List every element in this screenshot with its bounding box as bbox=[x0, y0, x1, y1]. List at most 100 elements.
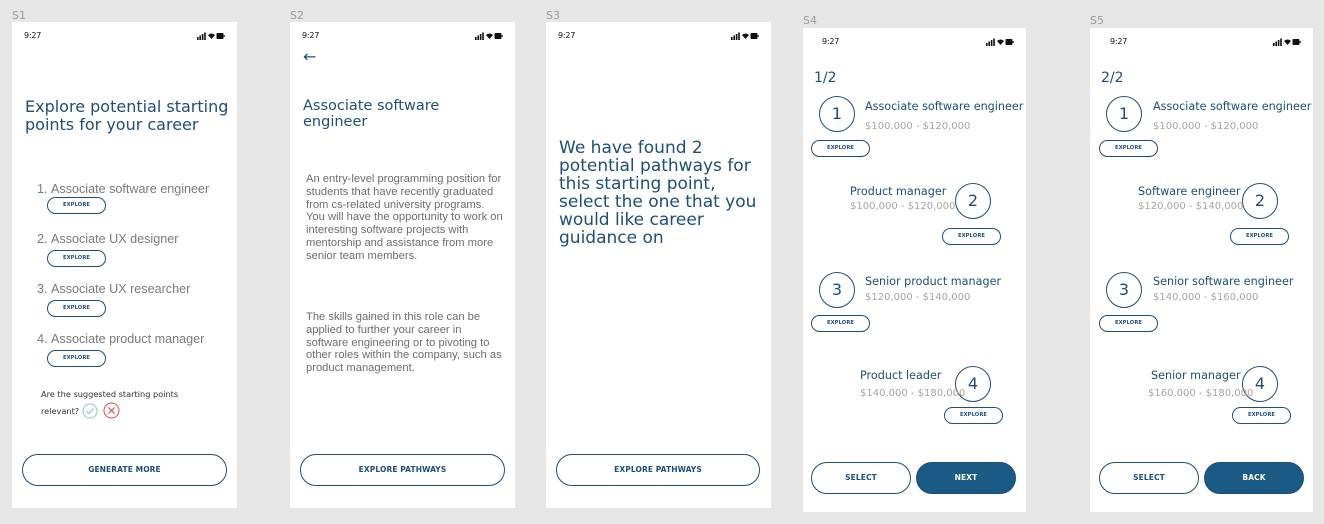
step-title: Associate software engineer bbox=[865, 100, 1024, 113]
battery-icon bbox=[1292, 39, 1301, 45]
relevance-question-end: relevant? bbox=[41, 406, 80, 416]
status-time: 9:27 bbox=[1110, 37, 1128, 46]
list-item-number: 3. bbox=[37, 282, 48, 296]
status-bar: 9:27 bbox=[546, 31, 771, 43]
step-title: Software engineer bbox=[1138, 185, 1241, 198]
signal-icon bbox=[986, 38, 995, 46]
explore-button[interactable]: EXPLORE bbox=[1099, 315, 1158, 332]
screen-label-s5: S5 bbox=[1090, 14, 1104, 27]
step-number: 3 bbox=[1106, 272, 1142, 308]
step-number: 2 bbox=[1242, 183, 1278, 219]
status-time: 9:27 bbox=[302, 31, 320, 40]
step-title: Senior product manager bbox=[865, 275, 1002, 288]
status-time: 9:27 bbox=[558, 31, 576, 40]
step-salary: $120,000 - $140,000 bbox=[1138, 201, 1244, 212]
explore-button[interactable]: EXPLORE bbox=[47, 250, 106, 267]
explore-pathways-button[interactable]: EXPLORE PATHWAYS bbox=[300, 454, 505, 486]
description-paragraph: The skills gained in this role can be ap… bbox=[306, 311, 502, 375]
screen-label-s2: S2 bbox=[290, 9, 304, 22]
back-button[interactable]: BACK bbox=[1204, 462, 1304, 494]
battery-icon bbox=[494, 33, 503, 39]
explore-button[interactable]: EXPLORE bbox=[1099, 140, 1158, 157]
wifi-icon bbox=[742, 33, 749, 39]
step-salary: $100,000 - $120,000 bbox=[865, 121, 971, 132]
screen-s3: 9:27 We have found 2 potential pathways … bbox=[546, 22, 771, 508]
select-button[interactable]: SELECT bbox=[1099, 462, 1199, 494]
explore-button[interactable]: EXPLORE bbox=[47, 350, 106, 367]
signal-icon bbox=[731, 32, 740, 40]
step-number: 1 bbox=[1106, 96, 1142, 132]
explore-button[interactable]: EXPLORE bbox=[1230, 228, 1289, 245]
wifi-icon bbox=[486, 33, 493, 39]
cross-icon[interactable] bbox=[103, 402, 120, 419]
step-title: Senior manager bbox=[1151, 369, 1241, 382]
explore-pathways-button[interactable]: EXPLORE PATHWAYS bbox=[556, 454, 760, 486]
relevance-question: Are the suggested starting points bbox=[41, 389, 179, 399]
pathways-message: We have found 2 potential pathways for t… bbox=[559, 138, 757, 248]
screen-s5: 9:27 2/2 1 Associate software engineer $… bbox=[1090, 28, 1313, 512]
next-button[interactable]: NEXT bbox=[916, 462, 1016, 494]
back-arrow-icon[interactable]: ← bbox=[303, 49, 316, 65]
screen-label-s4: S4 bbox=[803, 14, 817, 27]
explore-button[interactable]: EXPLORE bbox=[811, 140, 870, 157]
status-icons bbox=[986, 38, 1014, 46]
status-icons bbox=[1273, 38, 1301, 46]
step-salary: $140,000 - $180,000 bbox=[860, 388, 966, 399]
step-title: Product leader bbox=[860, 369, 942, 382]
screen-label-s3: S3 bbox=[546, 9, 560, 22]
explore-button[interactable]: EXPLORE bbox=[944, 407, 1003, 424]
status-bar: 9:27 bbox=[803, 37, 1026, 49]
generate-more-button[interactable]: GENERATE MORE bbox=[22, 454, 227, 486]
status-bar: 9:27 bbox=[1090, 37, 1313, 49]
explore-button[interactable]: EXPLORE bbox=[811, 315, 870, 332]
list-item-label[interactable]: Associate UX designer bbox=[51, 232, 178, 246]
screen-s4: 9:27 1/2 1 Associate software engineer $… bbox=[803, 28, 1026, 512]
step-salary: $160,000 - $180,000 bbox=[1148, 388, 1254, 399]
signal-icon bbox=[1273, 38, 1282, 46]
signal-icon bbox=[197, 32, 206, 40]
status-icons bbox=[731, 32, 759, 40]
check-icon[interactable] bbox=[82, 403, 98, 419]
list-item-number: 1. bbox=[37, 182, 48, 196]
page-indicator: 1/2 bbox=[814, 70, 837, 86]
step-number: 1 bbox=[819, 96, 855, 132]
step-title: Product manager bbox=[850, 185, 947, 198]
battery-icon bbox=[1005, 39, 1014, 45]
explore-button[interactable]: EXPLORE bbox=[1232, 407, 1291, 424]
screen-s1: 9:27 Explore potential starting points f… bbox=[12, 22, 237, 508]
step-number: 2 bbox=[955, 183, 991, 219]
status-bar: 9:27 bbox=[12, 31, 237, 43]
list-item-label[interactable]: Associate product manager bbox=[51, 332, 204, 346]
page-indicator: 2/2 bbox=[1101, 70, 1124, 86]
list-item-number: 2. bbox=[37, 232, 48, 246]
status-bar: 9:27 bbox=[290, 31, 515, 43]
signal-icon bbox=[475, 32, 484, 40]
step-salary: $100,000 - $120,000 bbox=[850, 201, 956, 212]
status-time: 9:27 bbox=[822, 37, 840, 46]
step-salary: $120,000 - $140,000 bbox=[865, 292, 971, 303]
description-paragraph: An entry-level programming position for … bbox=[306, 173, 503, 262]
page-title: Explore potential starting points for yo… bbox=[25, 97, 229, 134]
battery-icon bbox=[216, 33, 225, 39]
page-title: Associate software engineer bbox=[303, 98, 440, 130]
list-item-number: 4. bbox=[37, 332, 48, 346]
step-salary: $140,000 - $160,000 bbox=[1153, 292, 1259, 303]
step-salary: $100,000 - $120,000 bbox=[1153, 121, 1259, 132]
status-icons bbox=[475, 32, 503, 40]
status-time: 9:27 bbox=[24, 31, 42, 40]
explore-button[interactable]: EXPLORE bbox=[942, 228, 1001, 245]
status-icons bbox=[197, 32, 225, 40]
list-item-label[interactable]: Associate UX researcher bbox=[51, 282, 190, 296]
list-item-label[interactable]: Associate software engineer bbox=[51, 182, 209, 196]
wifi-icon bbox=[1284, 39, 1291, 45]
explore-button[interactable]: EXPLORE bbox=[47, 300, 106, 317]
battery-icon bbox=[750, 33, 759, 39]
screen-s2: 9:27 ← Associate software engineer An en… bbox=[290, 22, 515, 508]
step-title: Senior software engineer bbox=[1153, 275, 1294, 288]
select-button[interactable]: SELECT bbox=[811, 462, 911, 494]
screen-label-s1: S1 bbox=[12, 9, 26, 22]
explore-button[interactable]: EXPLORE bbox=[47, 197, 106, 214]
step-title: Associate software engineer bbox=[1153, 100, 1312, 113]
wifi-icon bbox=[997, 39, 1004, 45]
wifi-icon bbox=[208, 33, 215, 39]
